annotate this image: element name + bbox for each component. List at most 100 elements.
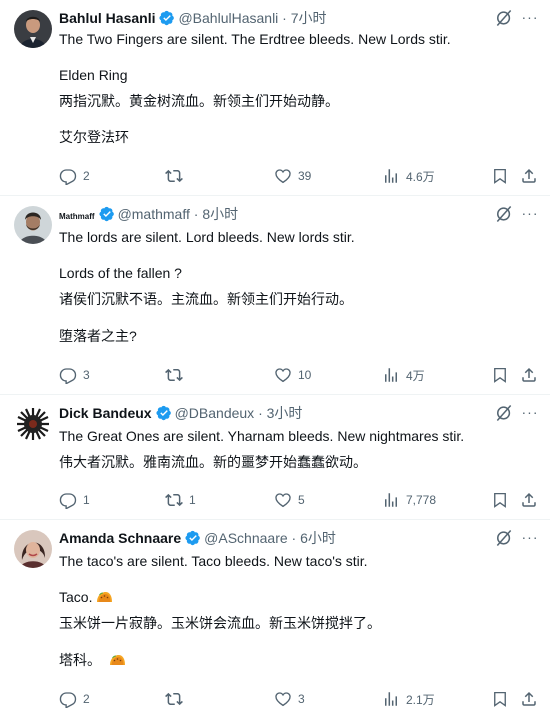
handle[interactable]: @ASchnaare	[204, 530, 287, 546]
more-icon[interactable]: ···	[520, 528, 540, 548]
reply-button[interactable]: 2	[59, 166, 90, 186]
views-icon	[382, 491, 400, 509]
like-button[interactable]: 10	[274, 365, 311, 385]
like-icon	[274, 491, 292, 509]
bookmark-button[interactable]	[491, 689, 509, 709]
bookmark-button[interactable]	[491, 166, 509, 186]
share-button[interactable]	[520, 689, 538, 709]
verified-badge-icon	[156, 405, 172, 421]
retweet-icon	[165, 491, 183, 509]
action-bar: 3 10 4万	[59, 365, 539, 385]
like-icon	[274, 366, 292, 384]
like-count: 3	[298, 692, 305, 706]
like-icon	[274, 690, 292, 708]
retweet-icon	[165, 167, 183, 185]
handle[interactable]: @DBandeux	[175, 405, 255, 421]
handle[interactable]: @BahlulHasanli	[178, 10, 278, 26]
retweet-button[interactable]	[165, 689, 189, 709]
tweet-header: Mathmaff @mathmaff · 8小时	[59, 204, 238, 227]
reply-icon	[59, 690, 77, 708]
bookmark-button[interactable]	[491, 490, 509, 510]
tweet-text-line-taco: 塔科。	[59, 651, 126, 670]
tweet-3[interactable]: Dick Bandeux @DBandeux · 3小时 ··· The Grea…	[0, 395, 550, 520]
views-count: 2.1万	[406, 692, 435, 707]
handle[interactable]: @mathmaff	[118, 206, 190, 222]
reply-count: 2	[83, 169, 90, 183]
tweet-text: Taco.	[59, 589, 93, 605]
tweet-text-line: 诸侯们沉默不语。主流血。新领主们开始行动。	[59, 291, 353, 307]
tweet-4[interactable]: Amanda Schnaare @ASchnaare · 6小时 ··· The …	[0, 520, 550, 714]
retweet-button[interactable]	[165, 166, 189, 186]
display-name[interactable]: Bahlul Hasanli	[59, 10, 155, 26]
reply-button[interactable]: 1	[59, 490, 90, 510]
views-button[interactable]: 2.1万	[382, 689, 435, 709]
reply-icon	[59, 366, 77, 384]
tweet-2[interactable]: Mathmaff @mathmaff · 8小时 ··· The lords ar…	[0, 196, 550, 395]
avatar[interactable]	[14, 10, 52, 48]
views-button[interactable]: 4.6万	[382, 166, 435, 186]
verified-badge-icon	[185, 530, 201, 546]
like-button[interactable]: 5	[274, 490, 305, 510]
tweet-text-line: The lords are silent. Lord bleeds. New l…	[59, 229, 355, 245]
verified-badge-icon	[99, 206, 115, 222]
timestamp[interactable]: 8小时	[202, 206, 238, 222]
reply-button[interactable]: 2	[59, 689, 90, 709]
avatar[interactable]	[14, 405, 52, 443]
share-icon	[520, 167, 538, 185]
share-icon	[520, 491, 538, 509]
reply-button[interactable]: 3	[59, 365, 90, 385]
share-button[interactable]	[520, 166, 538, 186]
avatar[interactable]	[14, 206, 52, 244]
like-button[interactable]: 39	[274, 166, 311, 186]
reply-icon	[59, 167, 77, 185]
like-count: 5	[298, 493, 305, 507]
views-icon	[382, 366, 400, 384]
retweet-count: 1	[189, 493, 196, 507]
views-count: 4万	[406, 368, 425, 383]
grok-icon[interactable]	[494, 8, 514, 28]
grok-icon[interactable]	[494, 528, 514, 548]
timestamp[interactable]: 3小时	[267, 405, 303, 421]
timestamp[interactable]: 6小时	[300, 530, 336, 546]
tweet-1[interactable]: Bahlul Hasanli @BahlulHasanli · 7小时 ··· T…	[0, 0, 550, 196]
share-button[interactable]	[520, 365, 538, 385]
action-bar: 2 3 2.1万	[59, 689, 539, 709]
timestamp[interactable]: 7小时	[291, 10, 327, 26]
more-icon[interactable]: ···	[520, 204, 540, 224]
tweet-text-line: 玉米饼一片寂静。玉米饼会流血。新玉米饼搅拌了。	[59, 615, 381, 631]
tweet-text-line: The taco's are silent. Taco bleeds. New …	[59, 553, 368, 569]
grok-icon[interactable]	[494, 403, 514, 423]
views-icon	[382, 167, 400, 185]
like-button[interactable]: 3	[274, 689, 305, 709]
retweet-button[interactable]: 1	[165, 490, 196, 510]
reply-count: 1	[83, 493, 90, 507]
more-icon[interactable]: ···	[520, 8, 540, 28]
share-button[interactable]	[520, 490, 538, 510]
tweet-header: Bahlul Hasanli @BahlulHasanli · 7小时	[59, 8, 327, 28]
action-bar: 1 1 5 7,778	[59, 490, 539, 510]
like-icon	[274, 167, 292, 185]
display-name[interactable]: Dick Bandeux	[59, 405, 152, 421]
more-icon[interactable]: ···	[520, 403, 540, 423]
display-name[interactable]: Amanda Schnaare	[59, 530, 181, 546]
avatar[interactable]	[14, 530, 52, 568]
retweet-icon	[165, 690, 183, 708]
retweet-button[interactable]	[165, 365, 189, 385]
reply-count: 3	[83, 368, 90, 382]
tweet-text-line: 艾尔登法环	[59, 129, 129, 145]
separator: ·	[189, 206, 203, 222]
views-button[interactable]: 7,778	[382, 490, 436, 510]
tweet-text-line: Elden Ring	[59, 67, 128, 83]
tweet-text: 塔科。	[59, 652, 101, 668]
action-bar: 2 39 4.6万	[59, 166, 539, 186]
bookmark-icon	[491, 491, 509, 509]
tweet-text-line: 两指沉默。黄金树流血。新领主们开始动静。	[59, 93, 339, 109]
bookmark-button[interactable]	[491, 365, 509, 385]
tweet-text-line: Lords of the fallen ?	[59, 265, 182, 281]
grok-icon[interactable]	[494, 204, 514, 224]
like-count: 10	[298, 368, 312, 382]
share-icon	[520, 690, 538, 708]
display-name[interactable]: Mathmaff	[59, 212, 95, 221]
views-button[interactable]: 4万	[382, 365, 425, 385]
tweet-text-line: The Great Ones are silent. Yharnam bleed…	[59, 428, 465, 444]
